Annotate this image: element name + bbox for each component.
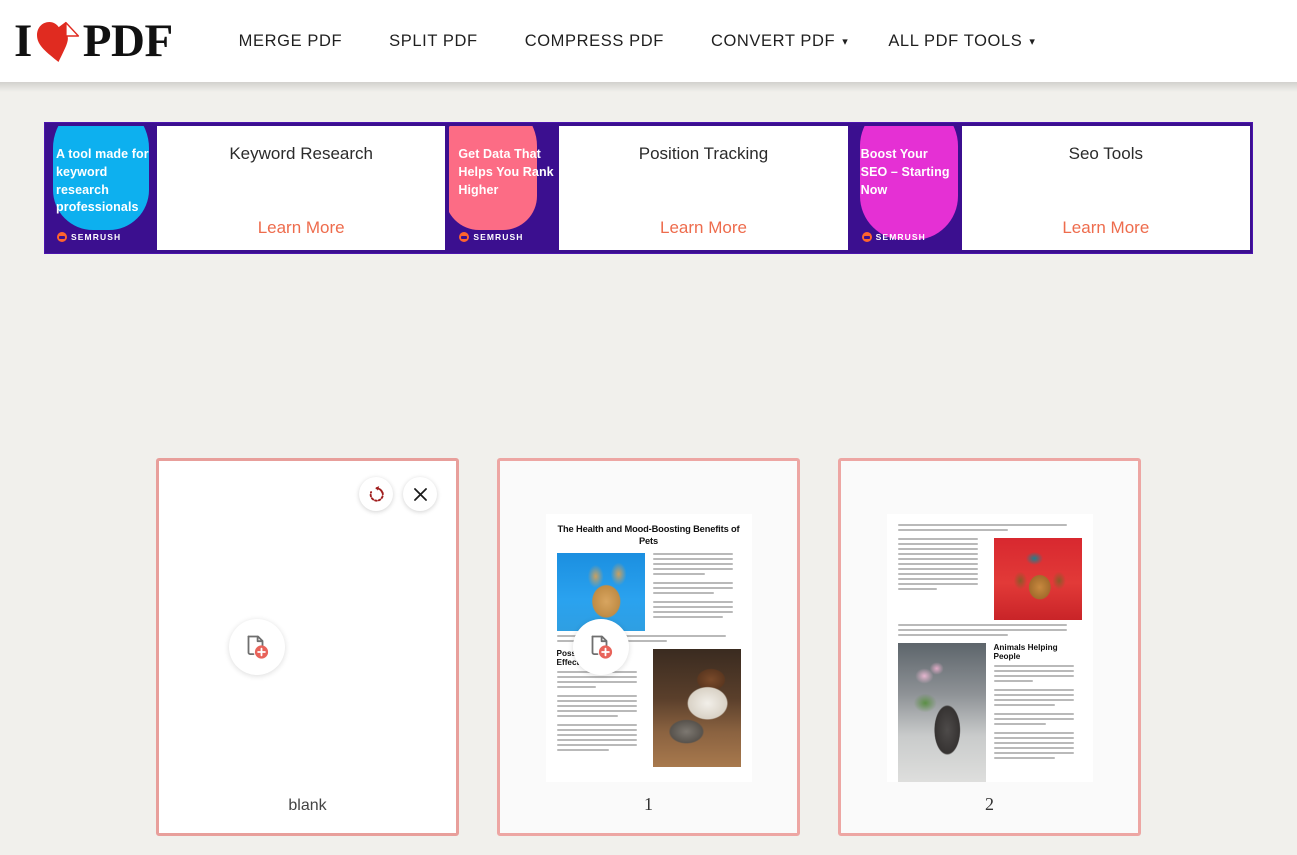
ad-creative: Boost Your SEO – Starting Now SEMRUSH (852, 126, 962, 250)
close-icon[interactable] (403, 477, 437, 511)
doc-columns (557, 553, 741, 631)
page-label: blank (159, 797, 456, 815)
semrush-brand: SEMRUSH (459, 232, 523, 242)
doc-column-left-lower (898, 643, 986, 782)
semrush-brand-label: SEMRUSH (876, 232, 926, 242)
semrush-logo-icon (459, 232, 469, 242)
ad-headline: Boost Your SEO – Starting Now (861, 146, 958, 199)
doc-columns (898, 538, 1082, 620)
ad-title: Seo Tools (962, 144, 1250, 164)
main-navigation: MERGE PDF SPLIT PDF COMPRESS PDF CONVERT… (219, 0, 1056, 82)
ilovepdf-logo[interactable]: I PDF (14, 0, 193, 82)
image-reindeer-toy-on-red (994, 538, 1082, 620)
ad-learn-more-link[interactable]: Learn More (559, 218, 847, 238)
page-label: 1 (500, 794, 797, 815)
image-dog-hugging-cat (653, 649, 741, 767)
doc-title: The Health and Mood-Boosting Benefits of… (557, 524, 741, 548)
doc-heading: Animals Helping People (994, 643, 1082, 661)
semrush-logo-icon (862, 232, 872, 242)
image-gray-cat-with-tulips (898, 643, 986, 782)
insert-page-button-after-blank[interactable] (573, 619, 629, 675)
doc-column-left (898, 538, 986, 620)
nav-label: SPLIT PDF (389, 32, 478, 51)
ad-headline: Get Data That Helps You Rank Higher (458, 146, 555, 199)
chevron-down-icon: ▾ (842, 37, 848, 48)
document-preview: Animals Helping People (887, 514, 1093, 782)
ad-unit-seo-tools[interactable]: Boost Your SEO – Starting Now SEMRUSH Se… (852, 126, 1250, 250)
ad-unit-position-tracking[interactable]: Get Data That Helps You Rank Higher SEMR… (449, 126, 847, 250)
nav-item-compress-pdf[interactable]: COMPRESS PDF (505, 0, 691, 82)
doc-column-right (653, 553, 741, 631)
nav-item-merge-pdf[interactable]: MERGE PDF (219, 0, 370, 82)
page-toolbar (359, 477, 437, 511)
nav-label: COMPRESS PDF (525, 32, 664, 51)
nav-item-all-pdf-tools[interactable]: ALL PDF TOOLS ▾ (868, 0, 1055, 82)
ad-learn-more-link[interactable]: Learn More (157, 218, 445, 238)
semrush-brand: SEMRUSH (862, 232, 926, 242)
ad-body: Keyword Research Learn More (157, 126, 445, 250)
semrush-brand: SEMRUSH (57, 232, 121, 242)
ad-body: Position Tracking Learn More (559, 126, 847, 250)
ad-headline: A tool made for keyword research profess… (56, 146, 153, 217)
ad-title: Position Tracking (559, 144, 847, 164)
nav-item-convert-pdf[interactable]: CONVERT PDF ▾ (691, 0, 868, 82)
nav-label: ALL PDF TOOLS (888, 32, 1022, 51)
doc-column-right-lower: Animals Helping People (994, 643, 1082, 782)
page-card-blank[interactable]: blank (156, 458, 459, 836)
semrush-brand-label: SEMRUSH (473, 232, 523, 242)
heart-page-icon (35, 19, 81, 63)
logo-text-left: I (14, 18, 32, 65)
doc-column-right (994, 538, 1082, 620)
nav-item-split-pdf[interactable]: SPLIT PDF (369, 0, 505, 82)
page-label: 2 (841, 794, 1138, 815)
chevron-down-icon: ▾ (1029, 37, 1035, 48)
ad-creative: A tool made for keyword research profess… (47, 126, 157, 250)
site-header: I PDF MERGE PDF SPLIT PDF COMPRESS PDF C… (0, 0, 1297, 82)
doc-columns-lower: Animals Helping People (898, 643, 1082, 782)
semrush-brand-label: SEMRUSH (71, 232, 121, 242)
ad-title: Keyword Research (157, 144, 445, 164)
page-card-1[interactable]: The Health and Mood-Boosting Benefits of… (497, 458, 800, 836)
ad-learn-more-link[interactable]: Learn More (962, 218, 1250, 238)
insert-page-button-before-blank[interactable] (229, 619, 285, 675)
nav-label: MERGE PDF (239, 32, 343, 51)
page-card-2[interactable]: Animals Helping People 2 (838, 458, 1141, 836)
page-thumbnail-list: blank The Health and Mood-Boosting Benef… (0, 458, 1297, 836)
advertisement-banner: A tool made for keyword research profess… (44, 122, 1253, 254)
semrush-logo-icon (57, 232, 67, 242)
rotate-icon[interactable] (359, 477, 393, 511)
ad-body: Seo Tools Learn More (962, 126, 1250, 250)
ad-unit-keyword-research[interactable]: A tool made for keyword research profess… (47, 126, 445, 250)
doc-column-right-lower (653, 649, 741, 767)
logo-text-right: PDF (83, 18, 173, 65)
nav-label: CONVERT PDF (711, 32, 835, 51)
ad-creative: Get Data That Helps You Rank Higher SEMR… (449, 126, 559, 250)
